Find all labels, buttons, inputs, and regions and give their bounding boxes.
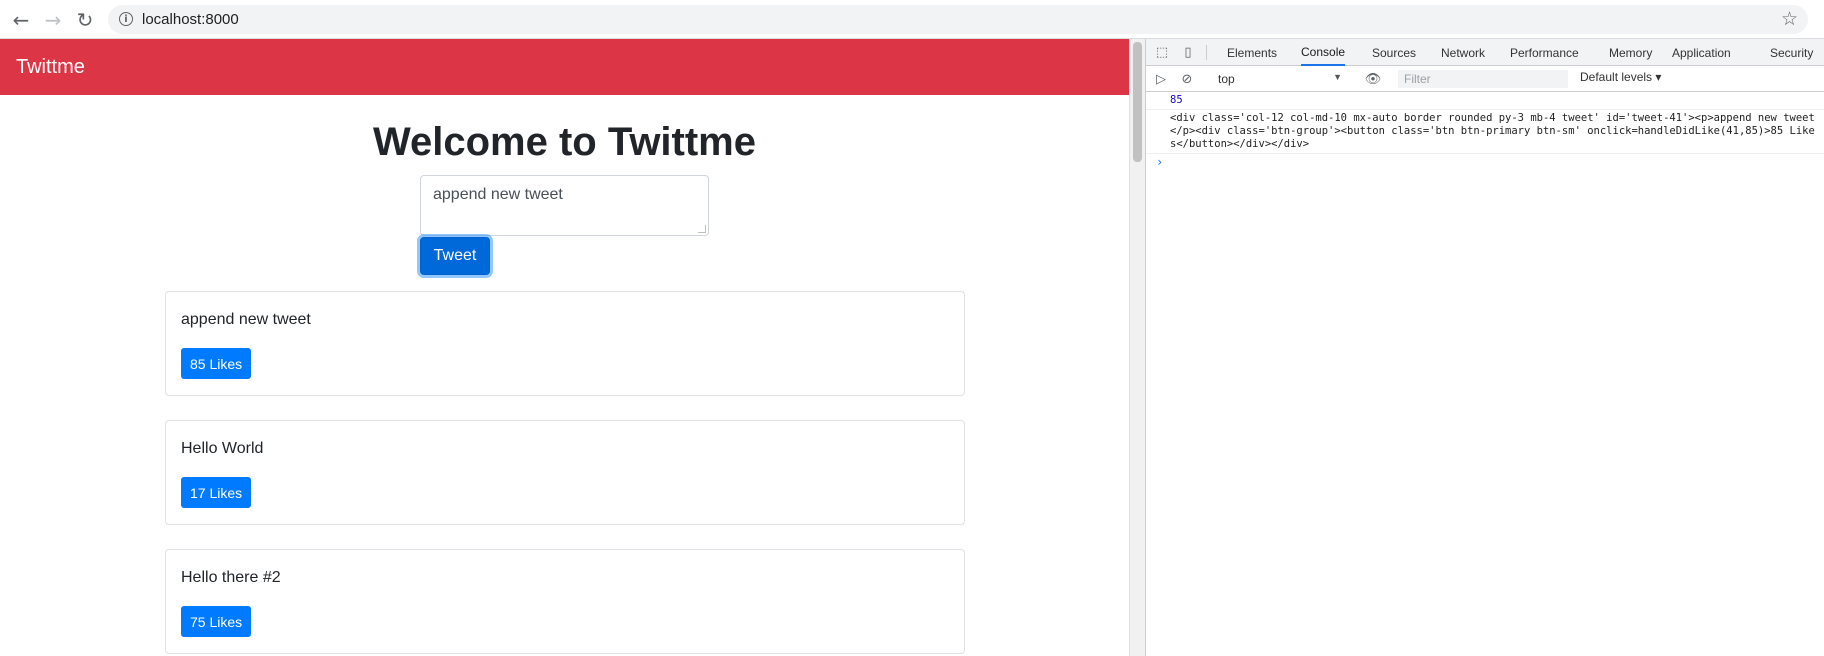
brand-link[interactable]: Twittme — [16, 56, 85, 79]
page-title: Welcome to Twittme — [372, 120, 756, 164]
console-prompt[interactable]: › — [1146, 154, 1824, 171]
filter-input[interactable]: Filter — [1398, 70, 1568, 88]
device-toolbar-icon[interactable]: ▯ — [1179, 43, 1197, 61]
browser-toolbar: ← → ↻ i localhost:8000 ☆ — [0, 0, 1824, 39]
sidebar-toggle-icon[interactable]: ▷ — [1152, 70, 1170, 88]
eye-icon[interactable]: 👁 — [1364, 70, 1382, 88]
console-output: 85 <div class='col-12 col-md-10 mx-auto … — [1146, 92, 1824, 171]
log-levels-label: Default levels — [1580, 70, 1653, 84]
console-message: <div class='col-12 col-md-10 mx-auto bor… — [1146, 110, 1824, 154]
console-message: 85 — [1146, 92, 1824, 110]
reload-icon[interactable]: ↻ — [72, 7, 98, 33]
tab-elements[interactable]: Elements — [1227, 39, 1277, 66]
navbar: Twittme — [0, 39, 1129, 95]
tweet-card: Hello World 17 Likes — [165, 420, 965, 525]
tweet-card: Hello there #2 75 Likes — [165, 549, 965, 654]
tweet-text: Hello there #2 — [181, 569, 281, 586]
tab-application[interactable]: Application — [1672, 39, 1731, 66]
address-bar[interactable]: i localhost:8000 ☆ — [108, 5, 1808, 34]
web-page: Twittme Welcome to Twittme append new tw… — [0, 39, 1129, 656]
console-toolbar: ▷ ⊘ top ▼ 👁 Filter Default levels ▾ — [1146, 66, 1824, 92]
like-button[interactable]: 75 Likes — [181, 606, 252, 637]
like-button[interactable]: 85 Likes — [181, 348, 252, 379]
log-levels-dropdown[interactable]: Default levels ▾ — [1580, 70, 1661, 84]
info-icon[interactable]: i — [119, 12, 133, 26]
tab-sources[interactable]: Sources — [1372, 39, 1416, 66]
tweet-textarea-value: append new tweet — [433, 186, 563, 203]
tab-performance[interactable]: Performance — [1510, 39, 1579, 66]
tab-security[interactable]: Security — [1770, 39, 1813, 66]
forward-icon[interactable]: → — [40, 7, 66, 33]
tab-network[interactable]: Network — [1441, 39, 1485, 66]
clear-console-icon[interactable]: ⊘ — [1178, 70, 1196, 88]
scrollbar-thumb[interactable] — [1133, 42, 1142, 162]
tab-memory[interactable]: Memory — [1609, 39, 1652, 66]
chevron-down-icon: ▼ — [1333, 72, 1342, 82]
context-value: top — [1218, 72, 1235, 86]
like-button[interactable]: 17 Likes — [181, 477, 252, 508]
devtools-tabbar: ⬚ ▯ Elements Console Sources Network Per… — [1146, 39, 1824, 66]
page-scrollbar[interactable] — [1129, 39, 1145, 656]
back-icon[interactable]: ← — [8, 7, 34, 33]
tweet-textarea[interactable]: append new tweet — [420, 175, 709, 236]
separator — [1206, 45, 1207, 60]
inspect-element-icon[interactable]: ⬚ — [1153, 43, 1171, 61]
tweet-button[interactable]: Tweet — [420, 237, 490, 275]
devtools-panel: ⬚ ▯ Elements Console Sources Network Per… — [1145, 39, 1824, 656]
context-select[interactable]: top ▼ — [1214, 69, 1346, 89]
tweet-text: append new tweet — [181, 311, 311, 328]
tab-console[interactable]: Console — [1301, 39, 1346, 66]
star-icon[interactable]: ☆ — [1781, 8, 1798, 30]
tweet-text: Hello World — [181, 440, 264, 457]
tweet-card: append new tweet 85 Likes — [165, 291, 965, 396]
url-text[interactable]: localhost:8000 — [142, 11, 239, 28]
resize-handle[interactable] — [698, 225, 706, 233]
